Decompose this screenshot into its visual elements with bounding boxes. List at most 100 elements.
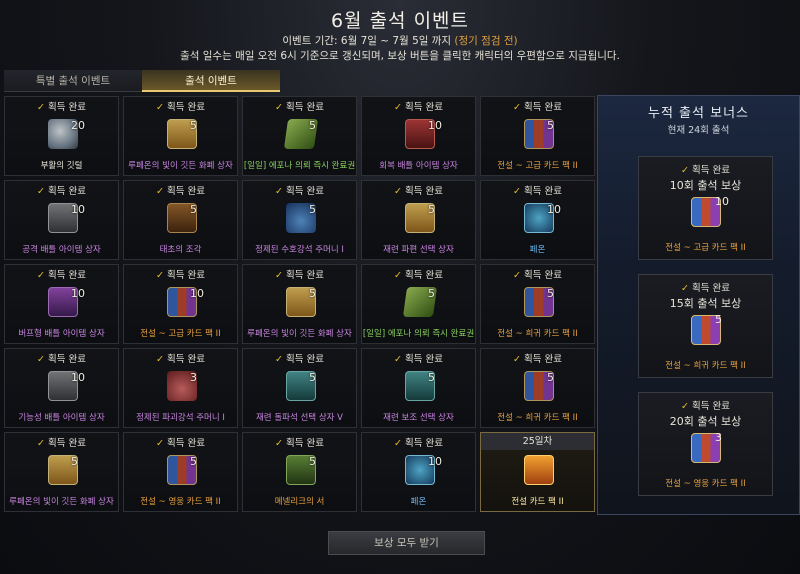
claimed-label: 획득 완료	[691, 283, 730, 294]
reward-cell[interactable]: ✓ 획득 완료 20 부활의 깃털	[4, 96, 119, 176]
reward-cell[interactable]: ✓ 획득 완료 10 페온	[361, 432, 476, 512]
claimed-label: 획득 완료	[523, 354, 562, 365]
check-icon: ✓	[156, 102, 164, 113]
attendance-count: 현재 24회 출석	[667, 125, 730, 136]
check-icon: ✓	[275, 354, 283, 365]
reward-cell[interactable]: ✓ 획득 완료 5 루페온의 빛이 깃든 화폐 상자	[123, 96, 238, 176]
check-icon: ✓	[156, 354, 164, 365]
reward-quantity: 5	[190, 119, 197, 132]
reward-quantity: 10	[71, 287, 85, 300]
claimed-status: ✓ 획득 완료	[481, 351, 594, 365]
reward-cell[interactable]: ✓ 획득 완료 10 페온	[480, 180, 595, 260]
reward-quantity: 5	[547, 287, 554, 300]
cumulative-bonus-panel: 누적 출석 보너스 현재 24회 출석 ✓ 획득 완료 10회 출석 보상 10 …	[597, 95, 800, 515]
claimed-label: 획득 완료	[523, 186, 562, 197]
bonus-10[interactable]: ✓ 획득 완료 10회 출석 보상 10 전설 ~ 고급 카드 팩 II	[638, 156, 773, 260]
claimed-status: ✓ 획득 완료	[243, 99, 356, 113]
claimed-label: 획득 완료	[523, 102, 562, 113]
claimed-status: ✓ 획득 완료	[362, 351, 475, 365]
reward-cell[interactable]: ✓ 획득 완료 5 [일일] 에포나 의뢰 즉시 완료권	[361, 264, 476, 344]
reward-cell[interactable]: ✓ 획득 완료 10 공격 배틀 아이템 상자	[4, 180, 119, 260]
claimed-label: 획득 완료	[691, 401, 730, 412]
claim-all-button[interactable]: 보상 모두 받기	[328, 531, 485, 555]
reward-name: 페온	[529, 245, 546, 255]
claimed-status: ✓ 획득 완료	[362, 183, 475, 197]
reward-cell[interactable]: ✓ 획득 완료 5 태초의 조각	[123, 180, 238, 260]
reward-quantity: 10	[715, 195, 729, 208]
reward-quantity: 10	[428, 119, 442, 132]
claimed-status: ✓ 획득 완료	[243, 435, 356, 449]
reward-cell[interactable]: ✓ 획득 완료 5 루페온의 빛이 깃든 화폐 상자	[242, 264, 357, 344]
claimed-label: 획득 완료	[166, 438, 205, 449]
reward-cell[interactable]: ✓ 획득 완료 5 전설 ~ 희귀 카드 팩 II	[480, 264, 595, 344]
event-description: 출석 일수는 매일 오전 6시 기준으로 갱신되며, 보상 버튼을 클릭한 캐릭…	[180, 50, 620, 62]
claimed-status: ✓ 획득 완료	[5, 183, 118, 197]
check-icon: ✓	[394, 102, 402, 113]
claimed-label: 획득 완료	[47, 186, 86, 197]
claimed-label: 획득 완료	[285, 270, 324, 281]
reward-name: 루페온의 빛이 깃든 화폐 상자	[9, 497, 114, 507]
check-icon: ✓	[394, 438, 402, 449]
reward-quantity: 5	[428, 203, 435, 216]
claimed-label: 획득 완료	[166, 270, 205, 281]
reward-cell[interactable]: ✓ 획득 완료 5 전설 ~ 희귀 카드 팩 II	[480, 348, 595, 428]
reward-name: [일일] 에포나 의뢰 즉시 완료권	[362, 329, 475, 339]
reward-quantity: 5	[190, 455, 197, 468]
reward-name: 공격 배틀 아이템 상자	[22, 245, 101, 255]
claimed-status: ✓ 획득 완료	[362, 435, 475, 449]
reward-name: 전설 ~ 희귀 카드 팩 II	[497, 413, 578, 423]
reward-cell[interactable]: ✓ 획득 완료 5 [일일] 에포나 의뢰 즉시 완료권	[242, 96, 357, 176]
claimed-label: 획득 완료	[404, 186, 443, 197]
reward-quantity: 5	[309, 455, 316, 468]
reward-cell[interactable]: ✓ 획득 완료 3 정제된 파괴강석 주머니 I	[123, 348, 238, 428]
reward-cell-today[interactable]: 25일차 전설 카드 팩 II	[480, 432, 595, 512]
reward-quantity: 5	[309, 287, 316, 300]
reward-name: 전설 ~ 희귀 카드 팩 II	[665, 361, 746, 371]
bonus-20[interactable]: ✓ 획득 완료 20회 출석 보상 3 전설 ~ 영웅 카드 팩 II	[638, 392, 773, 496]
claimed-status: ✓ 획득 완료	[362, 267, 475, 281]
check-icon: ✓	[37, 102, 45, 113]
claimed-label: 획득 완료	[691, 165, 730, 176]
reward-cell[interactable]: ✓ 획득 완료 10 버프형 배틀 아이템 상자	[4, 264, 119, 344]
reward-cell[interactable]: ✓ 획득 완료 5 메넬리크의 서	[242, 432, 357, 512]
claimed-label: 획득 완료	[285, 102, 324, 113]
reward-cell[interactable]: ✓ 획득 완료 5 재련 돌파석 선택 상자 V	[242, 348, 357, 428]
check-icon: ✓	[275, 102, 283, 113]
claimed-label: 획득 완료	[47, 354, 86, 365]
reward-name: 페온	[410, 497, 427, 507]
event-period-maintenance: (정기 점검 전)	[454, 35, 518, 47]
check-icon: ✓	[275, 438, 283, 449]
reward-cell[interactable]: ✓ 획득 완료 10 회복 배틀 아이템 상자	[361, 96, 476, 176]
reward-cell[interactable]: ✓ 획득 완료 5 전설 ~ 고급 카드 팩 II	[480, 96, 595, 176]
reward-quantity: 5	[428, 371, 435, 384]
check-icon: ✓	[513, 102, 521, 113]
reward-name: 기능성 배틀 아이템 상자	[18, 413, 105, 423]
tab-special-attendance[interactable]: 특별 출석 이벤트	[4, 70, 142, 92]
tab-attendance[interactable]: 출석 이벤트	[142, 70, 280, 92]
bonus-15[interactable]: ✓ 획득 완료 15회 출석 보상 5 전설 ~ 희귀 카드 팩 II	[638, 274, 773, 378]
claimed-status: ✓ 획득 완료	[5, 99, 118, 113]
reward-cell[interactable]: ✓ 획득 완료 5 재련 파편 선택 상자	[361, 180, 476, 260]
claimed-status: ✓ 획득 완료	[243, 351, 356, 365]
reward-cell[interactable]: ✓ 획득 완료 5 전설 ~ 영웅 카드 팩 II	[123, 432, 238, 512]
reward-cell[interactable]: ✓ 획득 완료 5 루페온의 빛이 깃든 화폐 상자	[4, 432, 119, 512]
reward-name: 정제된 수호강석 주머니 I	[255, 245, 344, 255]
reward-cell[interactable]: ✓ 획득 완료 10 전설 ~ 고급 카드 팩 II	[123, 264, 238, 344]
claimed-status: ✓ 획득 완료	[362, 99, 475, 113]
reward-grid: ✓ 획득 완료 20 부활의 깃털 ✓ 획득 완료 5 루페온의 빛이 깃든 화폐 상자 ✓ 획득…	[4, 96, 595, 516]
claimed-status: ✓ 획득 완료	[243, 183, 356, 197]
reward-cell[interactable]: ✓ 획득 완료 5 재련 보조 선택 상자	[361, 348, 476, 428]
reward-cell[interactable]: ✓ 획득 완료 5 정제된 수호강석 주머니 I	[242, 180, 357, 260]
reward-name: 메넬리크의 서	[274, 497, 325, 507]
claimed-status: ✓ 획득 완료	[481, 267, 594, 281]
reward-cell[interactable]: ✓ 획득 완료 10 기능성 배틀 아이템 상자	[4, 348, 119, 428]
claimed-status: ✓ 획득 완료	[5, 435, 118, 449]
reward-name: 부활의 깃털	[40, 161, 83, 171]
check-icon: ✓	[513, 354, 521, 365]
reward-name: 태초의 조각	[159, 245, 202, 255]
reward-quantity: 5	[71, 455, 78, 468]
claimed-label: 획득 완료	[404, 102, 443, 113]
reward-name: 전설 ~ 영웅 카드 팩 II	[665, 479, 746, 489]
claimed-label: 획득 완료	[166, 186, 205, 197]
check-icon: ✓	[275, 186, 283, 197]
